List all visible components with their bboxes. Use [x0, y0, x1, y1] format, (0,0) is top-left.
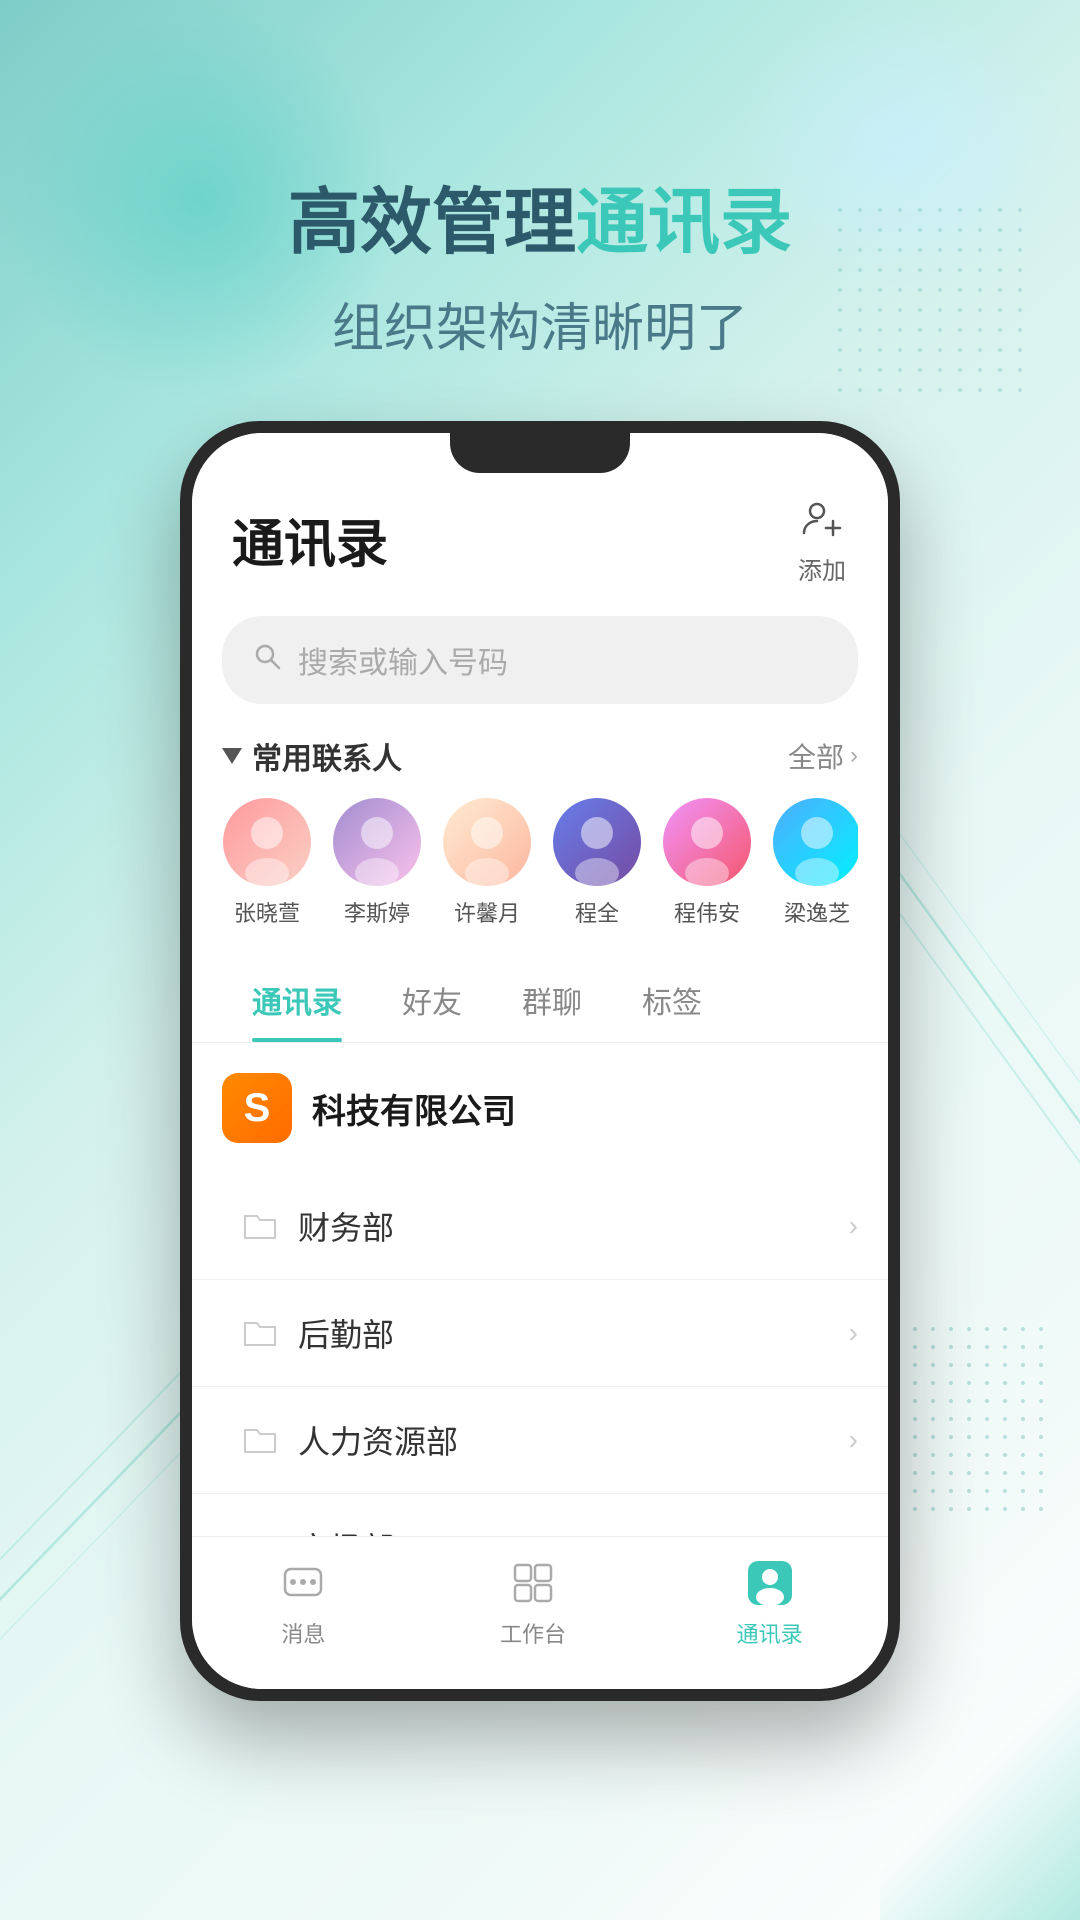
- common-contacts-header: 常用联系人 全部 ›: [222, 734, 858, 778]
- avatar-name-2: 李斯婷: [344, 896, 410, 928]
- contacts-nav-icon: [744, 1557, 796, 1609]
- company-icon: S: [222, 1073, 292, 1143]
- phone-outer: 通讯录 添加: [180, 421, 900, 1701]
- search-bar[interactable]: 搜索或输入号码: [222, 616, 858, 704]
- dept-name-finance: 财务部: [298, 1203, 394, 1249]
- avatar-item-2[interactable]: 李斯婷: [332, 798, 422, 928]
- chevron-right-finance: ›: [849, 1210, 858, 1242]
- expand-icon: [222, 748, 242, 764]
- avatar-item-3[interactable]: 许馨月: [442, 798, 532, 928]
- avatar-image-2: [333, 798, 421, 886]
- nav-contacts[interactable]: 通讯录: [737, 1557, 803, 1649]
- search-icon: [252, 641, 282, 679]
- avatar-row: 张晓萱 李斯婷 许馨月: [222, 798, 858, 928]
- company-header[interactable]: S 科技有限公司: [192, 1043, 888, 1173]
- chevron-right-icon: ›: [850, 742, 858, 770]
- common-header-left: 常用联系人: [222, 734, 402, 778]
- folder-icon-logistics: [242, 1315, 278, 1351]
- header-title-highlight: 通讯录: [576, 183, 792, 263]
- header-section: 高效管理通讯录 组织架构清晰明了: [0, 0, 1080, 421]
- messages-icon: [277, 1557, 329, 1609]
- avatar-image-1: [223, 798, 311, 886]
- dept-item-marketing[interactable]: 市场部 ›: [192, 1494, 888, 1536]
- header-title-main: 高效管理: [288, 183, 576, 263]
- dept-item-finance[interactable]: 财务部 ›: [192, 1173, 888, 1280]
- header-subtitle: 组织架构清晰明了: [0, 286, 1080, 361]
- all-contacts-link[interactable]: 全部 ›: [788, 736, 858, 776]
- avatar-image-4: [553, 798, 641, 886]
- avatar-name-3: 许馨月: [454, 896, 520, 928]
- dept-left-hr: 人力资源部: [242, 1417, 458, 1463]
- dept-left-finance: 财务部: [242, 1203, 394, 1249]
- search-placeholder: 搜索或输入号码: [298, 638, 508, 682]
- dept-name-logistics: 后勤部: [298, 1310, 394, 1356]
- avatar-item-1[interactable]: 张晓萱: [222, 798, 312, 928]
- tab-friends[interactable]: 好友: [372, 958, 492, 1042]
- company-name: 科技有限公司: [312, 1084, 516, 1133]
- common-contacts-section: 常用联系人 全部 › 张晓萱: [192, 724, 888, 948]
- avatar-name-6: 梁逸芝: [784, 896, 850, 928]
- dept-left-logistics: 后勤部: [242, 1310, 394, 1356]
- chevron-right-logistics: ›: [849, 1317, 858, 1349]
- workspace-icon: [507, 1557, 559, 1609]
- dept-left-marketing: 市场部: [242, 1524, 394, 1536]
- header-title: 高效管理通讯录: [0, 180, 1080, 266]
- screen-content: 通讯录 添加: [192, 433, 888, 1689]
- avatar-name-5: 程伟安: [674, 896, 740, 928]
- phone-notch: [450, 433, 630, 473]
- avatar-item-5[interactable]: 程伟安: [662, 798, 752, 928]
- bottom-nav: 消息 工作台: [192, 1536, 888, 1689]
- chevron-right-hr: ›: [849, 1424, 858, 1456]
- dept-name-marketing: 市场部: [298, 1524, 394, 1536]
- avatar-item-6[interactable]: 梁逸芝: [772, 798, 858, 928]
- phone-container: 通讯录 添加: [0, 421, 1080, 1701]
- folder-icon-hr: [242, 1422, 278, 1458]
- add-label: 添加: [798, 551, 846, 586]
- tab-bar: 通讯录 好友 群聊 标签: [192, 958, 888, 1043]
- nav-workspace-label: 工作台: [500, 1617, 566, 1649]
- avatar-image-3: [443, 798, 531, 886]
- nav-contacts-label: 通讯录: [737, 1617, 803, 1649]
- nav-messages-label: 消息: [281, 1617, 325, 1649]
- avatar-name-4: 程全: [575, 896, 619, 928]
- nav-messages[interactable]: 消息: [277, 1557, 329, 1649]
- avatar-item-4[interactable]: 程全: [552, 798, 642, 928]
- tab-tags[interactable]: 标签: [612, 958, 732, 1042]
- department-list: 财务部 › 后勤部 ›: [192, 1173, 888, 1536]
- nav-workspace[interactable]: 工作台: [500, 1557, 566, 1649]
- add-person-icon: [796, 493, 848, 545]
- folder-icon-marketing: [242, 1529, 278, 1536]
- dept-item-logistics[interactable]: 后勤部 ›: [192, 1280, 888, 1387]
- tab-groupchat[interactable]: 群聊: [492, 958, 612, 1042]
- avatar-image-5: [663, 798, 751, 886]
- avatar-image-6: [773, 798, 858, 886]
- dept-item-hr[interactable]: 人力资源部 ›: [192, 1387, 888, 1494]
- phone-screen: 通讯录 添加: [192, 433, 888, 1689]
- add-contact-button[interactable]: 添加: [796, 493, 848, 586]
- avatar-name-1: 张晓萱: [234, 896, 300, 928]
- common-contacts-title: 常用联系人: [252, 734, 402, 778]
- screen-title: 通讯录: [232, 502, 388, 577]
- folder-icon-finance: [242, 1208, 278, 1244]
- dept-name-hr: 人力资源部: [298, 1417, 458, 1463]
- tab-contacts[interactable]: 通讯录: [222, 958, 372, 1042]
